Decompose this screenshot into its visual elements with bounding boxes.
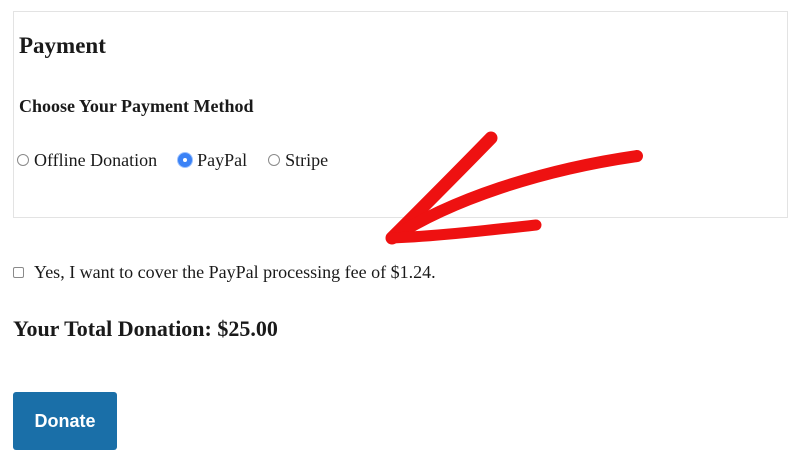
cover-fee-row[interactable]: Yes, I want to cover the PayPal processi… [13, 263, 436, 281]
cover-fee-label: Yes, I want to cover the PayPal processi… [34, 262, 436, 282]
radio-option-stripe[interactable]: Stripe [268, 151, 328, 169]
radio-option-paypal[interactable]: PayPal [178, 151, 247, 169]
payment-method-radio-group: Offline Donation PayPal Stripe [17, 151, 328, 169]
payment-method-heading: Choose Your Payment Method [19, 96, 254, 116]
cover-fee-checkbox[interactable] [13, 266, 24, 278]
radio-label-paypal: PayPal [197, 150, 248, 170]
arrow-lower-stroke [386, 219, 542, 244]
radio-label-stripe: Stripe [285, 150, 329, 170]
payment-title: Payment [19, 33, 106, 58]
radio-label-offline-donation: Offline Donation [34, 150, 158, 170]
radio-paypal[interactable] [178, 153, 193, 167]
radio-option-offline-donation[interactable]: Offline Donation [17, 151, 157, 169]
donate-button[interactable]: Donate [13, 392, 117, 450]
radio-stripe[interactable] [268, 154, 281, 166]
total-donation: Your Total Donation: $25.00 [13, 316, 278, 341]
radio-offline-donation[interactable] [17, 154, 29, 166]
